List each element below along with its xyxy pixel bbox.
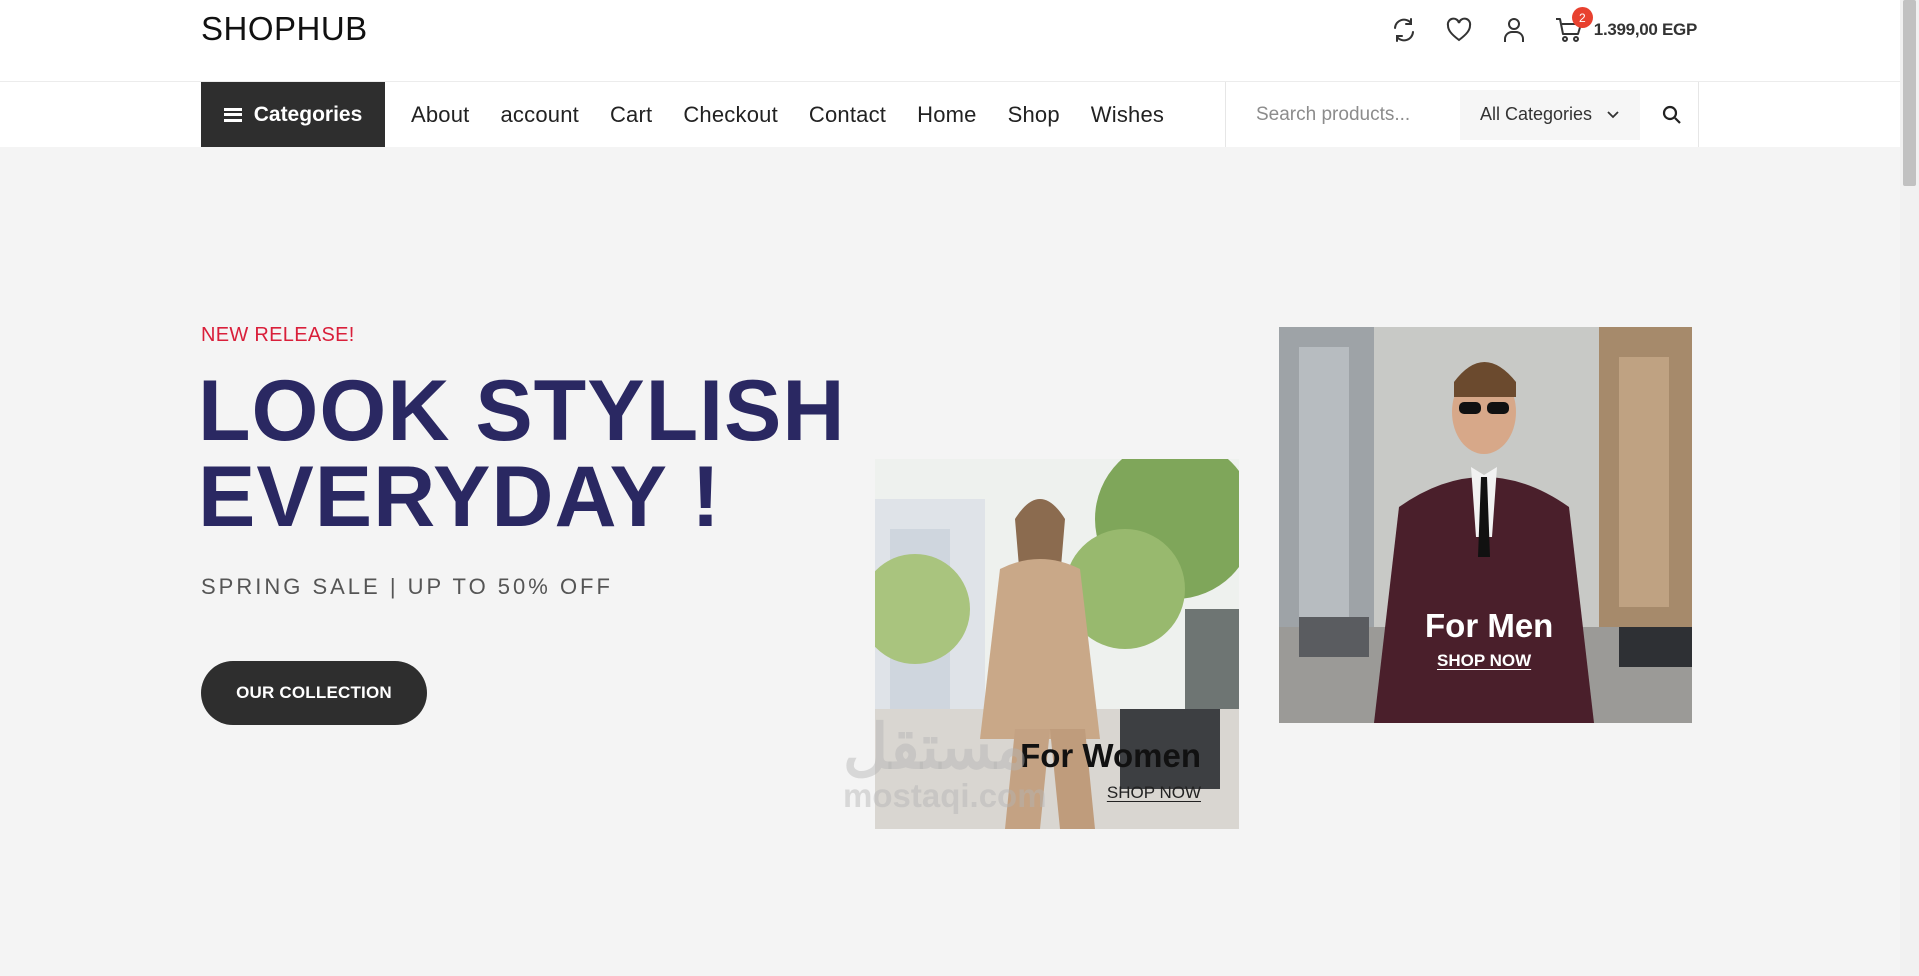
category-select-value: All Categories bbox=[1480, 104, 1593, 124]
categories-button[interactable]: Categories bbox=[201, 82, 385, 147]
menu-item-contact[interactable]: Contact bbox=[809, 102, 886, 128]
our-collection-button[interactable]: OUR COLLECTION bbox=[201, 661, 427, 725]
promo-men-shop-now-link[interactable]: SHOP NOW bbox=[1437, 651, 1531, 671]
site-logo[interactable]: SHOPHUB bbox=[201, 10, 368, 48]
menu-item-cart[interactable]: Cart bbox=[610, 102, 652, 128]
hero-headline-line-2: EVERYDAY ! bbox=[198, 449, 722, 545]
category-select[interactable]: All Categories bbox=[1460, 89, 1640, 140]
hero-headline: LOOK STYLISH EVERYDAY ! bbox=[198, 368, 845, 540]
main-navigation: Categories About account Cart Checkout C… bbox=[0, 82, 1900, 147]
user-account-icon[interactable] bbox=[1499, 15, 1529, 45]
cart-total[interactable]: 1.399,00 EGP bbox=[1594, 20, 1698, 40]
product-search: All Categories bbox=[1225, 82, 1699, 147]
top-header: SHOPHUB 2 1.399,00 EGP bbox=[0, 0, 1900, 82]
promo-women-shop-now-link[interactable]: SHOP NOW bbox=[1107, 783, 1201, 803]
categories-button-label: Categories bbox=[253, 102, 363, 126]
menu-item-home[interactable]: Home bbox=[917, 102, 977, 128]
promo-men-title: For Men bbox=[1425, 607, 1554, 644]
wishlist-heart-icon[interactable] bbox=[1444, 15, 1474, 45]
menu-item-account[interactable]: account bbox=[501, 102, 579, 128]
menu-item-wishes[interactable]: Wishes bbox=[1091, 102, 1164, 128]
cart-count-badge: 2 bbox=[1571, 7, 1593, 28]
watermark-arabic: مستقل bbox=[843, 713, 1029, 782]
watermark: مستقل mostaqi.com bbox=[843, 713, 1047, 814]
search-input[interactable] bbox=[1256, 103, 1446, 126]
menu-item-shop[interactable]: Shop bbox=[1008, 102, 1060, 128]
menu-item-checkout[interactable]: Checkout bbox=[683, 102, 778, 128]
scrollbar-thumb[interactable] bbox=[1903, 0, 1916, 186]
chevron-down-icon bbox=[1607, 110, 1619, 118]
hamburger-menu-icon bbox=[223, 107, 242, 122]
hero-eyebrow: NEW RELEASE! bbox=[201, 324, 355, 346]
promo-card-men[interactable]: For Men SHOP NOW bbox=[1279, 327, 1692, 723]
menu-item-about[interactable]: About bbox=[411, 102, 470, 128]
promo-women-title: For Women bbox=[1020, 737, 1201, 774]
watermark-latin: mostaqi.com bbox=[843, 777, 1047, 814]
search-button[interactable] bbox=[1652, 95, 1692, 135]
search-icon bbox=[1662, 105, 1681, 124]
hero-headline-line-1: LOOK STYLISH bbox=[198, 363, 846, 459]
compare-icon[interactable] bbox=[1389, 15, 1419, 45]
hero-subtitle: SPRING SALE | UP TO 50% OFF bbox=[201, 574, 613, 599]
header-actions: 2 1.399,00 EGP bbox=[1389, 7, 1698, 52]
cart-widget[interactable]: 2 1.399,00 EGP bbox=[1554, 7, 1698, 45]
primary-menu: About account Cart Checkout Contact Home… bbox=[411, 82, 1164, 147]
